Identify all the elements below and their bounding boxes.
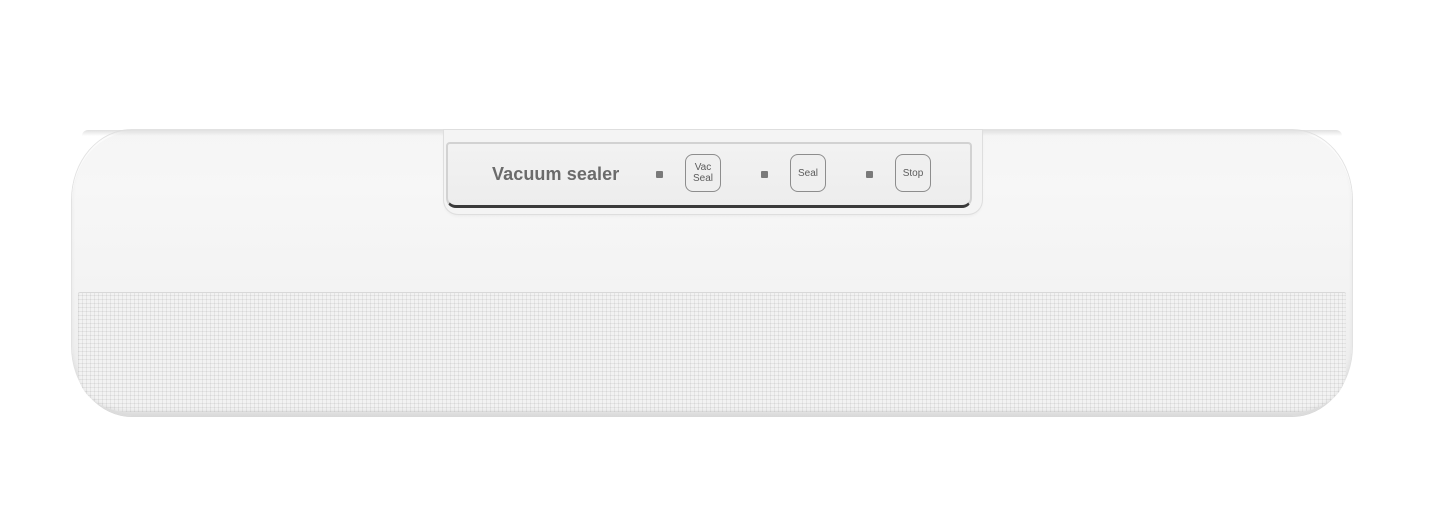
seal-button[interactable]: Seal <box>790 154 826 192</box>
vac-seal-indicator-led <box>656 171 663 178</box>
stop-label: Stop <box>902 167 924 179</box>
control-panel: Vacuum sealer Vac Seal Seal Stop <box>446 142 972 208</box>
stop-button[interactable]: Stop <box>895 154 931 192</box>
vac-seal-button[interactable]: Vac Seal <box>685 154 721 192</box>
product-image: Vacuum sealer Vac Seal Seal Stop <box>0 0 1445 531</box>
textured-grille <box>78 292 1346 412</box>
vacuum-sealer-body: Vacuum sealer Vac Seal Seal Stop <box>72 130 1352 416</box>
stop-indicator-led <box>866 171 873 178</box>
vac-seal-label-line2: Seal <box>692 173 713 184</box>
seal-label: Seal <box>797 167 818 179</box>
vac-seal-label-line1: Vac <box>694 162 712 173</box>
panel-title: Vacuum sealer <box>492 164 620 184</box>
seal-indicator-led <box>761 171 768 178</box>
